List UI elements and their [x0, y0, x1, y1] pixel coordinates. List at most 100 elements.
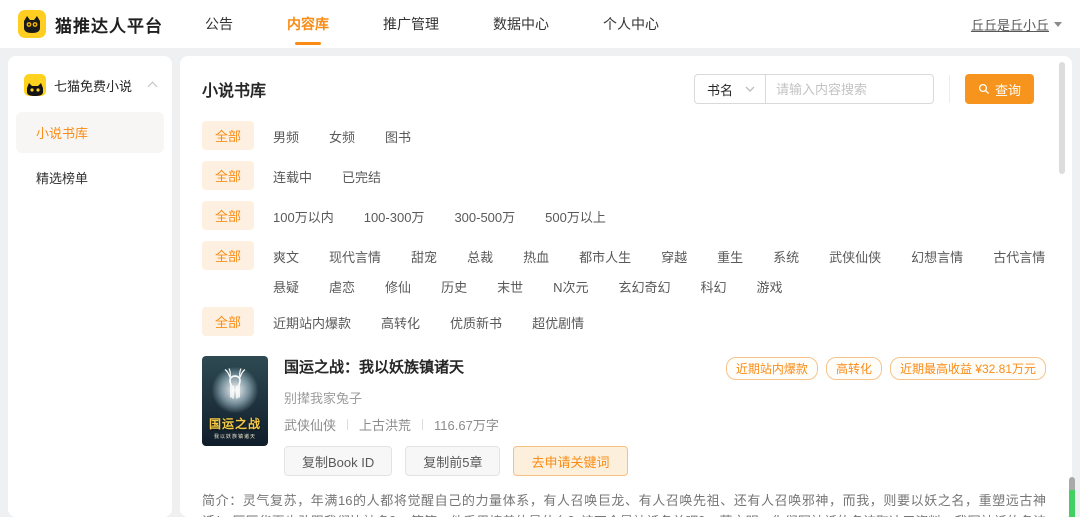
caret-down-icon — [1054, 21, 1062, 27]
book-cover[interactable]: 国运之战我以妖族镇诸天 — [202, 356, 268, 446]
sidebar-item[interactable]: 精选榜单 — [16, 157, 164, 198]
sidebar-group-label: 七猫免费小说 — [54, 78, 133, 94]
apply-keyword-button[interactable]: 去申请关键词 — [513, 446, 628, 476]
user-name[interactable]: 丘丘是丘小丘 — [971, 15, 1049, 34]
filter-chip-all[interactable]: 全部 — [202, 121, 255, 150]
filter-row: 全部 爽文 现代言情 甜宠 总裁 热血 都市人生 穿越 重生 系统 武侠仙侠 幻想言情 古代言情悬疑 虐恋… — [202, 241, 1046, 296]
book-info: 国运之战：我以妖族镇诸天 近期站内爆款 高转化 近期最高收益 ¥32.81万元 别撵我家… — [284, 356, 1046, 476]
query-button[interactable]: 查询 — [964, 74, 1034, 104]
filter-option[interactable]: 系统 — [773, 247, 799, 266]
filter-options: 男频 女频 图书 — [273, 121, 411, 146]
page-scrollbar[interactable] — [1069, 477, 1075, 517]
book-meta: 武侠仙侠 上古洪荒 116.67万字 — [284, 415, 1046, 434]
cover-subtitle: 我以妖族镇诸天 — [213, 434, 256, 440]
page-scrollbar-thumb[interactable] — [1069, 477, 1075, 490]
nav-item-active[interactable]: 内容库 — [287, 11, 329, 37]
divider — [948, 75, 950, 103]
filter-options: 爽文 现代言情 甜宠 总裁 热血 都市人生 穿越 重生 系统 武侠仙侠 幻想言情 古代言情悬疑 虐恋 修仙… — [273, 241, 1046, 296]
filter-option[interactable]: 优质新书 — [450, 313, 502, 332]
filter-option[interactable]: 连载中 — [273, 167, 312, 186]
filter-row: 全部 连载中 已完结 — [202, 161, 1046, 190]
filter-option[interactable]: 现代言情 — [329, 247, 381, 266]
filter-options: 100万以内 100-300万 300-500万 500万以上 — [273, 201, 606, 226]
filter-option[interactable]: 近期站内爆款 — [273, 313, 351, 332]
filter-option[interactable]: 幻想言情 — [911, 247, 963, 266]
filter-row: 全部 男频 女频 图书 — [202, 121, 1046, 150]
page-title: 小说书库 — [202, 83, 267, 100]
book-meta-item: 上古洪荒 — [359, 418, 412, 433]
filters: 全部 男频 女频 图书 全部 连载中 已完结 全部 100万以内 100-300万 300-500万… — [202, 121, 1046, 336]
nav-item-link[interactable]: 公告 — [205, 11, 233, 37]
book-top: 国运之战 我以妖族镇诸天 国运之战：我以妖族镇诸天 近期站内爆款 高转化 近期最高收益 ¥… — [202, 356, 1046, 476]
nav-item-link[interactable]: 推广管理 — [383, 11, 439, 37]
filter-option[interactable]: 图书 — [385, 127, 411, 146]
nav-item-link[interactable]: 数据中心 — [493, 11, 549, 37]
panel-scrollbar-thumb[interactable] — [1059, 62, 1065, 174]
filter-option[interactable]: 玄幻奇幻 — [618, 277, 670, 296]
filter-option[interactable]: 超优剧情 — [532, 313, 584, 332]
search-field-select[interactable]: 书名 — [693, 74, 766, 104]
filter-option[interactable]: 500万以上 — [545, 207, 606, 226]
main-panel: 小说书库 书名 查询 全部男频女频图书全部连载中已完结全部100万以内100-3… — [180, 56, 1072, 517]
filter-chip-all[interactable]: 全部 — [202, 201, 255, 230]
filter-option[interactable]: 总裁 — [467, 247, 493, 266]
sidebar-group-qimao[interactable]: 七猫免费小说 — [16, 74, 164, 96]
top-header: 猫推达人平台 公告 内容库 推广管理 数据中心 个人中心 丘丘是丘小丘 — [0, 0, 1080, 48]
book-actions: 复制Book ID 复制前5章 去申请关键词 — [284, 446, 1046, 476]
meta-separator-icon — [347, 419, 349, 430]
book-tag: 近期站内爆款 — [725, 357, 818, 380]
filter-options: 近期站内爆款 高转化 优质新书 超优剧情 — [273, 307, 584, 332]
search-icon — [978, 83, 990, 95]
filter-option[interactable]: N次元 — [553, 277, 588, 296]
filter-option[interactable]: 科幻 — [701, 277, 727, 296]
filter-option[interactable]: 爽文 — [273, 247, 299, 266]
filter-chip-all[interactable]: 全部 — [202, 161, 255, 190]
cover-title: 国运之战 — [208, 417, 261, 431]
filter-chip-all[interactable]: 全部 — [202, 241, 255, 270]
filter-option[interactable]: 甜宠 — [411, 247, 437, 266]
book-description: 简介：灵气复苏，年满16的人都将觉醒自己的力量体系，有人召唤巨龙、有人召唤先祖、… — [202, 493, 1046, 517]
sidebar: 七猫免费小说 小说书库 精选榜单 — [8, 56, 172, 517]
chevron-up-icon[interactable] — [147, 81, 158, 92]
book-title[interactable]: 国运之战：我以妖族镇诸天 — [284, 356, 464, 377]
filter-option[interactable]: 热血 — [523, 247, 549, 266]
filter-option[interactable]: 重生 — [717, 247, 743, 266]
book-tags: 近期站内爆款 高转化 近期最高收益 ¥32.81万元 — [725, 356, 1046, 380]
nav-item-link[interactable]: 个人中心 — [603, 11, 659, 37]
filter-option[interactable]: 虐恋 — [329, 277, 355, 296]
filter-row: 全部 100万以内 100-300万 300-500万 500万以上 — [202, 201, 1046, 230]
filter-option[interactable]: 修仙 — [385, 277, 411, 296]
search-area: 书名 查询 — [693, 74, 1034, 104]
sidebar-item[interactable]: 小说书库 — [16, 112, 164, 153]
filter-option[interactable]: 历史 — [441, 277, 467, 296]
filter-options: 连载中 已完结 — [273, 161, 381, 186]
deer-art-icon — [220, 367, 250, 406]
brand-title: 猫推达人平台 — [55, 16, 163, 36]
filter-option[interactable]: 末世 — [497, 277, 523, 296]
book-tag: 近期最高收益 ¥32.81万元 — [889, 357, 1046, 380]
filter-option[interactable]: 穿越 — [661, 247, 687, 266]
brand-cat-logo-icon — [18, 10, 46, 38]
meta-separator-icon — [422, 419, 424, 430]
filter-option[interactable]: 100-300万 — [364, 207, 425, 226]
copy-button[interactable]: 复制前5章 — [405, 446, 501, 476]
filter-option[interactable]: 游戏 — [757, 277, 783, 296]
filter-chip-all[interactable]: 全部 — [202, 307, 255, 336]
filter-option[interactable]: 古代言情 — [993, 247, 1045, 266]
filter-option[interactable]: 武侠仙侠 — [829, 247, 881, 266]
filter-option[interactable]: 女频 — [329, 127, 355, 146]
filter-option[interactable]: 都市人生 — [579, 247, 631, 266]
chevron-down-icon — [745, 86, 755, 92]
filter-option[interactable]: 100万以内 — [273, 207, 334, 226]
copy-button[interactable]: 复制Book ID — [284, 446, 393, 476]
filter-option[interactable]: 高转化 — [381, 313, 420, 332]
user-menu[interactable]: 丘丘是丘小丘 — [971, 15, 1062, 34]
book-title-row: 国运之战：我以妖族镇诸天 近期站内爆款 高转化 近期最高收益 ¥32.81万元 — [284, 356, 1046, 380]
filter-option[interactable]: 300-500万 — [454, 207, 515, 226]
filter-option[interactable]: 男频 — [273, 127, 299, 146]
filter-row: 全部 近期站内爆款 高转化 优质新书 超优剧情 — [202, 307, 1046, 336]
book-card: 国运之战 我以妖族镇诸天 国运之战：我以妖族镇诸天 近期站内爆款 高转化 近期最高收益 ¥… — [202, 356, 1046, 517]
filter-option[interactable]: 已完结 — [342, 167, 381, 186]
filter-option[interactable]: 悬疑 — [273, 277, 299, 296]
search-input[interactable] — [765, 74, 934, 104]
